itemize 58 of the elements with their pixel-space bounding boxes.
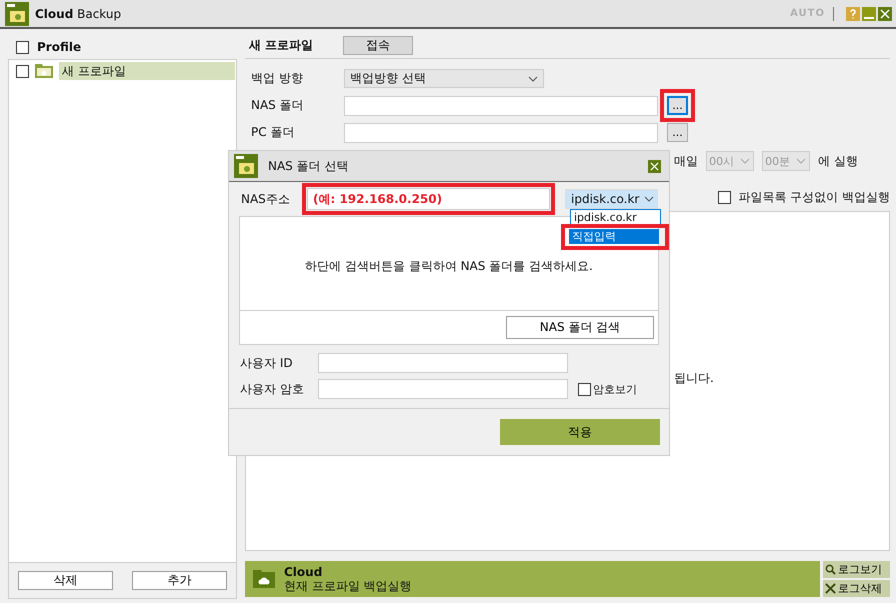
field-label: 백업 방향 (251, 70, 304, 87)
folder-path-field[interactable] (344, 122, 658, 142)
checkbox-label: 암호보기 (593, 382, 637, 396)
field-label: 사용자 ID (240, 354, 294, 372)
chevron-down-icon (796, 158, 806, 164)
user-id-field[interactable] (318, 353, 568, 373)
checkbox[interactable] (16, 40, 29, 54)
status-title: Cloud (284, 565, 324, 579)
close-button[interactable] (648, 160, 661, 172)
checkbox[interactable] (16, 64, 29, 78)
close-icon (650, 162, 659, 170)
search-icon (825, 564, 836, 575)
status-text: 현재 프로파일 백업실행 (284, 579, 412, 593)
dropdown-option[interactable]: 직접입력 (569, 229, 659, 244)
field-label: PC 폴더 (251, 124, 296, 141)
question-mark-icon (848, 8, 858, 18)
chevron-down-icon (644, 196, 654, 202)
chevron-down-icon (528, 76, 538, 82)
close-button[interactable] (878, 6, 892, 20)
close-icon (825, 583, 836, 594)
apply-button[interactable]: 적용 (500, 419, 660, 445)
checkbox[interactable] (718, 191, 732, 204)
minimize-icon (864, 16, 874, 18)
connect-button[interactable]: 접속 (343, 36, 414, 55)
dialog-title: NAS 폴더 선택 (268, 158, 350, 174)
minimize-button[interactable] (862, 6, 876, 20)
schedule-suffix: 에 실행 (818, 152, 858, 170)
schedule-label: 매일 (674, 152, 698, 170)
folder-icon (35, 64, 53, 78)
profile-header: Profile (37, 40, 82, 54)
checkbox[interactable] (578, 382, 591, 396)
nas-search-button[interactable]: NAS 폴더 검색 (506, 316, 654, 339)
app-logo-icon (234, 154, 258, 178)
log-button[interactable]: 로그삭제 (823, 580, 890, 597)
message-text: 됩니다. (674, 371, 714, 385)
log-button[interactable]: 로그보기 (823, 561, 890, 578)
checkbox-label: 파일목록 구성없이 백업실행 (738, 189, 890, 206)
folder-path-field[interactable] (344, 96, 658, 116)
browse-button[interactable]: ... (667, 123, 688, 142)
profile-action-button[interactable]: 삭제 (18, 571, 113, 590)
chevron-down-icon (740, 158, 750, 164)
profile-action-button[interactable]: 추가 (132, 571, 227, 590)
browse-button[interactable]: ... (667, 96, 688, 115)
close-icon (880, 8, 890, 18)
app-title: Cloud Backup (35, 6, 122, 20)
field-label: NAS주소 (241, 190, 291, 208)
app-logo-icon (5, 2, 29, 26)
profile-title: 새 프로파일 (249, 37, 314, 54)
backup-direction-select[interactable]: 백업방향 선택 (344, 69, 544, 88)
nas-address-field[interactable]: (예: 192.168.0.250) (307, 188, 550, 210)
password-field[interactable] (318, 379, 568, 399)
field-label: NAS 폴더 (251, 97, 305, 114)
dropdown-option[interactable]: ipdisk.co.kr (570, 209, 661, 224)
field-label: 사용자 암호 (240, 380, 305, 398)
cloud-folder-icon (253, 570, 275, 588)
hint-text: 하단에 검색버튼을 클릭하여 NAS 폴더를 검색하세요. (305, 258, 593, 275)
domain-select[interactable]: ipdisk.co.kr (565, 189, 658, 209)
profile-item[interactable]: 새 프로파일 (59, 62, 235, 80)
